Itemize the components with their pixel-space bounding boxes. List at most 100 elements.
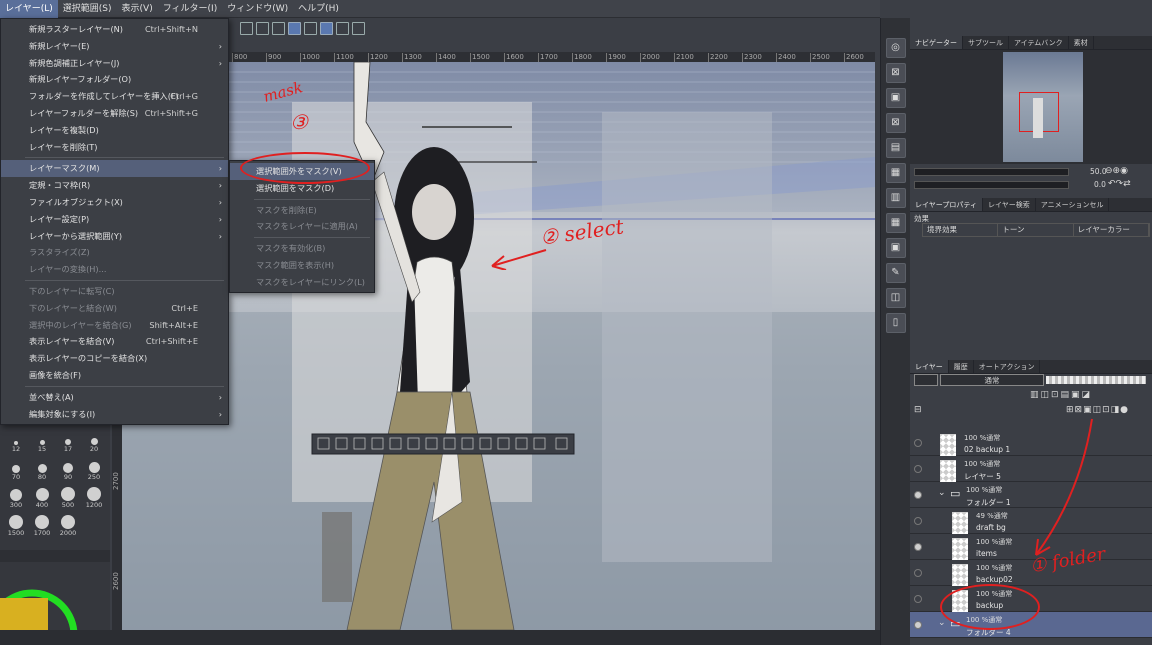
layer-menu-item[interactable]: 下のレイヤーと結合(W) Ctrl+E [1, 300, 228, 317]
eye-icon[interactable] [914, 569, 922, 577]
book-icon[interactable]: ▯ [885, 313, 906, 333]
brush-size-preset[interactable]: 12 [4, 429, 28, 453]
brush-size-preset[interactable]: 1500 [4, 513, 28, 537]
panel-tab[interactable]: アニメーションセル [1036, 198, 1110, 211]
blend-mode-select[interactable]: 通常 [940, 374, 1044, 386]
brush-size-preset[interactable]: 400 [30, 485, 54, 509]
mask-menu-item[interactable]: マスクをレイヤーにリンク(L) [230, 274, 374, 291]
pen-icon[interactable] [320, 21, 333, 35]
brush-size-preset[interactable]: 17 [56, 429, 80, 453]
layer-menu-item[interactable]: 新規レイヤー(E) › [1, 38, 228, 55]
eye-icon[interactable] [914, 517, 922, 525]
layer-menu-item[interactable]: フォルダーを作成してレイヤーを挿入(F) Ctrl+G [1, 88, 228, 105]
menu-0[interactable]: レイヤー(L) [0, 0, 58, 18]
layer-menu-item[interactable]: 新規色調補正レイヤー(J) › [1, 55, 228, 72]
brush-size-preset[interactable]: 2000 [56, 513, 80, 537]
chevron-down-icon[interactable]: ⌄ [938, 488, 946, 498]
eye-icon[interactable] [914, 543, 922, 551]
correct-icon[interactable] [352, 21, 365, 35]
layer-panel-menu-icon[interactable]: ⊟ [914, 405, 922, 415]
brush-size-preset[interactable]: 250 [82, 457, 106, 481]
mask-menu-item[interactable]: マスクをレイヤーに適用(A) [230, 218, 374, 235]
panel-tab[interactable]: ナビゲーター [910, 36, 963, 49]
layer-menu-item[interactable]: レイヤーを削除(T) [1, 139, 228, 156]
property-icon[interactable]: ▤ [885, 138, 906, 158]
layer-lock-icons[interactable]: ▥◫⊡▤▣◪ [1030, 390, 1092, 400]
rect-select-icon[interactable] [256, 21, 269, 35]
panel-tab[interactable]: 履歴 [949, 360, 974, 373]
layer-menu-item[interactable]: レイヤーから選択範囲(Y) › [1, 228, 228, 245]
panel-tab[interactable]: 素材 [1069, 36, 1094, 49]
brush-size-preset[interactable]: 500 [56, 485, 80, 509]
zoom-slider[interactable] [914, 168, 1069, 176]
brush-size-preset[interactable]: 20 [82, 429, 106, 453]
layer-menu-item[interactable]: 画像を統合(F) [1, 367, 228, 384]
menu-3[interactable]: フィルター(I) [158, 0, 223, 18]
grid-icon[interactable]: ▦ [885, 213, 906, 233]
history-icon[interactable]: ▥ [885, 188, 906, 208]
layer-menu-item[interactable]: 下のレイヤーに転写(C) [1, 283, 228, 300]
layer-menu-item[interactable]: 新規レイヤーフォルダー(O) [1, 71, 228, 88]
eye-icon[interactable] [914, 595, 922, 603]
panel-tab[interactable]: レイヤー検索 [983, 198, 1036, 211]
brush-size-preset[interactable]: 1700 [30, 513, 54, 537]
brush-size-preset[interactable]: 80 [30, 457, 54, 481]
frame-icon[interactable]: ▣ [885, 238, 906, 258]
rotate-buttons-icon[interactable]: ↶↷⇄ [1108, 179, 1131, 189]
effect-button[interactable]: トーン [998, 224, 1074, 236]
layer-menu-item[interactable]: 定規・コマ枠(R) › [1, 177, 228, 194]
layer-menu-item[interactable]: 選択中のレイヤーを結合(G) Shift+Alt+E [1, 317, 228, 334]
brush-size-preset[interactable]: 300 [4, 485, 28, 509]
layer-menu-item[interactable]: 表示レイヤーを結合(V) Ctrl+Shift+E [1, 333, 228, 350]
menu-5[interactable]: ヘルプ(H) [293, 0, 344, 18]
panel-tab[interactable]: オートアクション [974, 360, 1041, 373]
layer-menu-item[interactable]: 編集対象にする(I) › [1, 406, 228, 423]
eye-icon[interactable] [914, 491, 922, 499]
effect-button[interactable]: レイヤーカラー [1074, 224, 1149, 236]
drawing-canvas[interactable] [122, 62, 875, 630]
menu-2[interactable]: 表示(V) [117, 0, 158, 18]
effect-button[interactable]: 境界効果 [923, 224, 999, 236]
panel-tab[interactable]: レイヤープロパティ [910, 198, 983, 211]
brush-size-preset[interactable]: 70 [4, 457, 28, 481]
brush-size-preset[interactable]: 1200 [82, 485, 106, 509]
navigator-icon[interactable]: ◎ [885, 38, 906, 58]
panel-tab[interactable]: サブツール [963, 36, 1009, 49]
eye-icon[interactable] [914, 621, 922, 629]
opacity-slider[interactable] [1046, 376, 1146, 384]
layer-menu-item[interactable]: 表示レイヤーのコピーを結合(X) [1, 350, 228, 367]
layer-menu-item[interactable]: 並べ替え(A) › [1, 389, 228, 406]
layer-menu-item[interactable]: レイヤーの変換(H)... [1, 261, 228, 278]
eye-icon[interactable] [914, 439, 922, 447]
chevron-down-icon[interactable]: ⌄ [938, 618, 946, 628]
navigator-thumbnail[interactable] [1003, 52, 1083, 162]
layer-menu-item[interactable]: レイヤー設定(P) › [1, 211, 228, 228]
panel-tab[interactable]: レイヤー [910, 360, 949, 373]
zoom-buttons-icon[interactable]: ⊖⊕◉ [1105, 166, 1128, 176]
ruler-icon[interactable] [304, 21, 317, 35]
menu-1[interactable]: 選択範囲(S) [58, 0, 117, 18]
material-icon[interactable]: ▣ [885, 88, 906, 108]
layer-color-select[interactable] [914, 374, 938, 386]
lasso-tool-icon[interactable] [240, 21, 253, 35]
rotate-slider[interactable] [914, 181, 1069, 189]
camera-icon[interactable]: ◫ [885, 288, 906, 308]
fill-icon[interactable] [272, 21, 285, 35]
new-layer-icons[interactable]: ⊞⊠▣◫⊡◨● [1066, 405, 1129, 415]
layer-icon[interactable]: ▦ [885, 163, 906, 183]
edit-icon[interactable]: ✎ [885, 263, 906, 283]
layer-menu-item[interactable]: レイヤーを複製(D) [1, 122, 228, 139]
close-panel-icon[interactable]: ⊠ [885, 113, 906, 133]
brush-size-preset[interactable]: 90 [56, 457, 80, 481]
brush-icon[interactable] [336, 21, 349, 35]
mask-menu-item[interactable]: マスクを有効化(B) [230, 240, 374, 257]
menu-4[interactable]: ウィンドウ(W) [222, 0, 293, 18]
mask-menu-item[interactable]: マスク範囲を表示(H) [230, 257, 374, 274]
layer-menu-item[interactable]: ラスタライズ(Z) [1, 244, 228, 261]
layer-menu-item[interactable]: レイヤーフォルダーを解除(S) Ctrl+Shift+G [1, 105, 228, 122]
mask-menu-item[interactable]: マスクを削除(E) [230, 202, 374, 219]
layer-menu-item[interactable]: 新規ラスターレイヤー(N) Ctrl+Shift+N [1, 21, 228, 38]
square-icon[interactable] [288, 21, 301, 35]
layer-menu-item[interactable]: ファイルオブジェクト(X) › [1, 194, 228, 211]
subtool-icon[interactable]: ⊠ [885, 63, 906, 83]
